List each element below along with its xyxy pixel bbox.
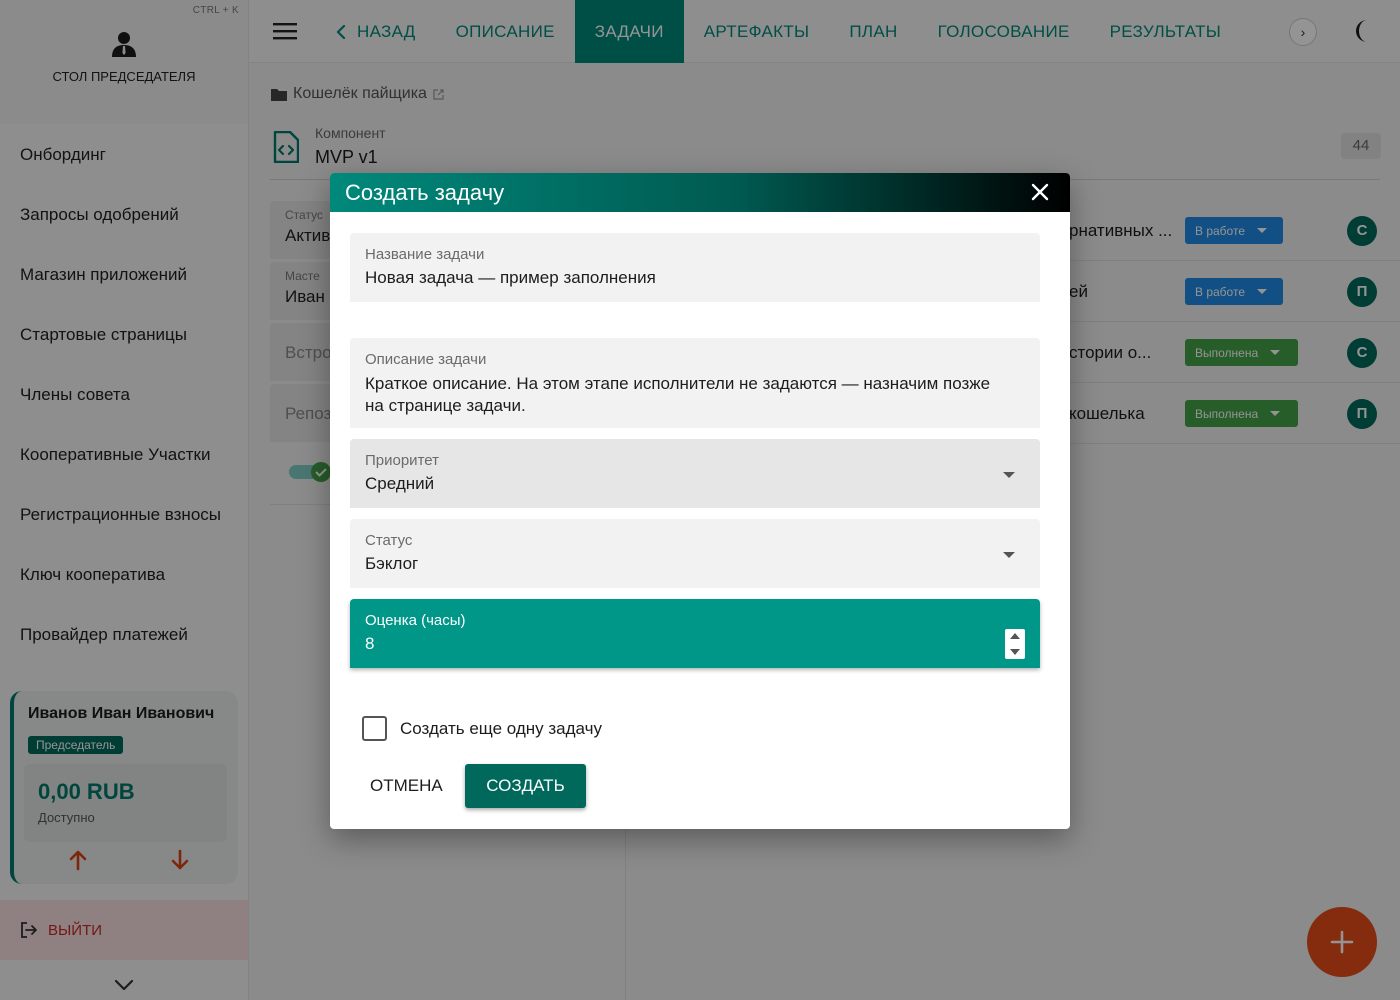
estimate-stepper[interactable] [1005, 629, 1025, 659]
caret-down-icon [1003, 552, 1015, 558]
estimate-label: Оценка (часы) [365, 612, 466, 629]
close-icon[interactable] [1030, 182, 1050, 202]
task-description-label: Описание задачи [365, 351, 487, 368]
caret-down-icon [1003, 472, 1015, 478]
status-select[interactable]: Статус Бэклог [350, 519, 1040, 588]
priority-select[interactable]: Приоритет Средний [350, 439, 1040, 508]
task-description-field[interactable]: Описание задачи Краткое описание. На это… [350, 338, 1040, 428]
create-another-label: Создать еще одну задачу [400, 718, 602, 738]
estimate-value: 8 [365, 634, 375, 653]
create-another-checkbox-row[interactable]: Создать еще одну задачу [362, 716, 602, 741]
stepper-up-icon[interactable] [1010, 633, 1020, 639]
priority-value: Средний [365, 474, 435, 493]
dialog-header: Создать задачу [330, 173, 1070, 212]
create-task-dialog: Создать задачу Название задачи Новая зад… [330, 173, 1070, 829]
status-label: Статус [365, 532, 413, 549]
create-another-checkbox[interactable] [362, 716, 387, 741]
status-value: Бэклог [365, 554, 419, 573]
priority-label: Приоритет [365, 452, 439, 469]
task-name-label: Название задачи [365, 246, 485, 263]
stepper-down-icon[interactable] [1010, 649, 1020, 655]
dialog-title: Создать задачу [345, 180, 505, 205]
cancel-button[interactable]: ОТМЕНА [360, 763, 453, 808]
estimate-hours-input[interactable]: Оценка (часы) 8 [350, 599, 1040, 668]
task-name-value: Новая задача — пример заполнения [365, 268, 656, 287]
task-description-value: Краткое описание. На этом этапе исполнит… [365, 374, 991, 415]
create-button[interactable]: СОЗДАТЬ [465, 764, 586, 808]
task-name-field[interactable]: Название задачи Новая задача — пример за… [350, 233, 1040, 302]
